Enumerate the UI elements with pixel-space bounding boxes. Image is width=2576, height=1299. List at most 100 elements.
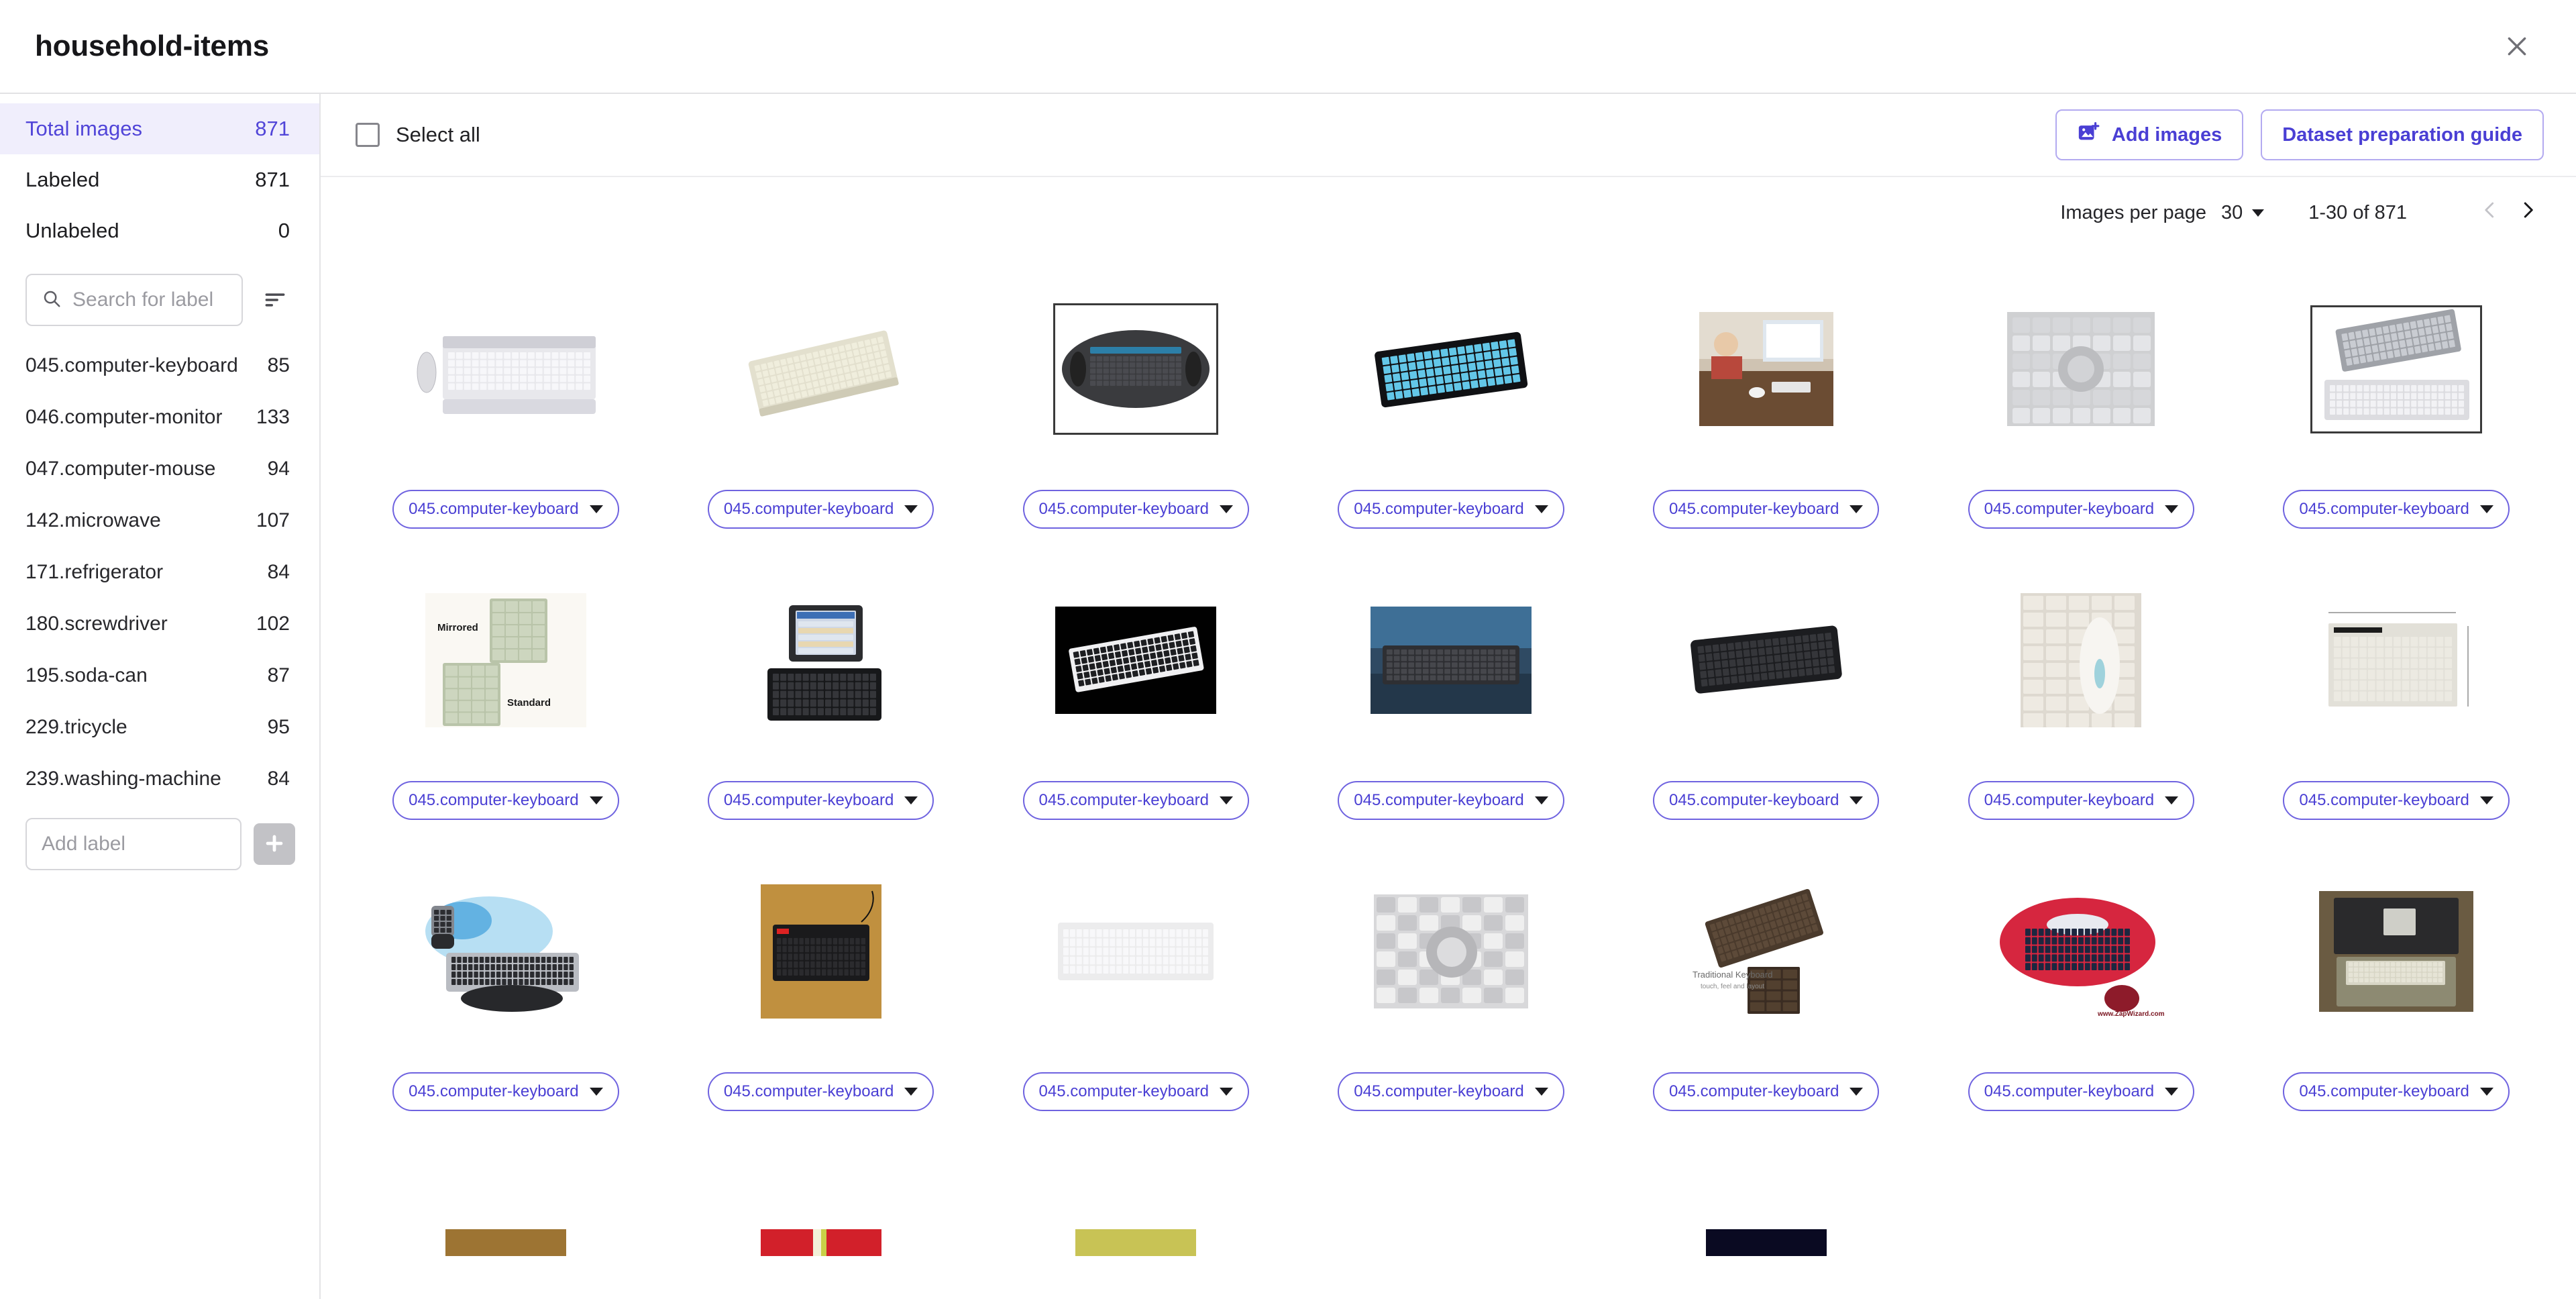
select-all-checkbox[interactable] <box>356 123 380 147</box>
thumbnail-image[interactable] <box>1699 312 1833 426</box>
image-card[interactable] <box>1616 1142 1917 1299</box>
thumbnail-container[interactable]: Traditional Keyboard touch, feel and layo… <box>1616 862 1917 1041</box>
image-label-dropdown[interactable]: 045.computer-keyboard <box>2283 490 2510 529</box>
thumbnail-container[interactable] <box>1301 1153 1601 1299</box>
image-label-dropdown[interactable]: 045.computer-keyboard <box>707 781 934 820</box>
thumbnail-container[interactable] <box>1931 570 2232 750</box>
thumbnail-container[interactable] <box>356 279 656 459</box>
thumbnail-container[interactable]: Mirrored Standard <box>356 570 656 750</box>
select-all-control[interactable]: Select all <box>356 123 480 147</box>
thumbnail-container[interactable] <box>671 279 971 459</box>
image-card[interactable]: 045.computer-keyboard <box>985 560 1286 851</box>
sort-descending-icon[interactable] <box>255 280 295 320</box>
thumbnail-container[interactable] <box>1931 279 2232 459</box>
thumbnail-container[interactable] <box>671 570 971 750</box>
image-card[interactable]: 045.computer-keyboard <box>671 268 971 560</box>
image-card[interactable]: 045.computer-keyboard <box>671 851 971 1142</box>
image-card[interactable]: www.ZapWizard.com 045.computer-keyboard <box>1931 851 2232 1142</box>
thumbnail-container[interactable] <box>2246 1153 2546 1299</box>
image-card[interactable]: 045.computer-keyboard <box>1616 268 1917 560</box>
dataset-preparation-guide-button[interactable]: Dataset preparation guide <box>2261 109 2544 160</box>
thumbnail-image[interactable] <box>1370 607 1532 714</box>
thumbnail-image[interactable] <box>1055 607 1217 714</box>
image-label-dropdown[interactable]: 045.computer-keyboard <box>1022 781 1250 820</box>
image-label-dropdown[interactable]: 045.computer-keyboard <box>392 1072 619 1111</box>
thumbnail-image[interactable] <box>2336 1229 2457 1256</box>
image-card[interactable]: 045.computer-keyboard <box>1616 560 1917 851</box>
image-label-dropdown[interactable]: 045.computer-keyboard <box>2283 781 2510 820</box>
label-row[interactable]: 229.tricycle 95 <box>0 701 319 753</box>
image-card[interactable]: 045.computer-keyboard <box>1931 560 2232 851</box>
thumbnail-container[interactable] <box>671 862 971 1041</box>
image-label-dropdown[interactable]: 045.computer-keyboard <box>1022 1072 1250 1111</box>
thumbnail-container[interactable] <box>1301 279 1601 459</box>
image-card[interactable]: 045.computer-keyboard <box>1301 560 1601 851</box>
thumbnail-image[interactable] <box>411 319 600 419</box>
sidebar-stat-labeled[interactable]: Labeled 871 <box>0 154 319 205</box>
image-label-dropdown[interactable]: 045.computer-keyboard <box>2283 1072 2510 1111</box>
thumbnail-image[interactable] <box>1356 319 1545 419</box>
thumbnail-image[interactable] <box>1678 610 1854 711</box>
image-card[interactable]: 045.computer-keyboard <box>2246 268 2546 560</box>
thumbnail-image[interactable] <box>445 1229 566 1256</box>
thumbnail-container[interactable] <box>1931 1153 2232 1299</box>
image-card[interactable]: 045.computer-keyboard <box>1301 851 1601 1142</box>
image-card[interactable]: Mirrored Standard 045.computer-keyboard <box>356 560 656 851</box>
thumbnail-image[interactable] <box>1053 303 1219 435</box>
images-per-page-select[interactable]: 30 <box>2221 202 2265 224</box>
thumbnail-image[interactable] <box>421 891 590 1012</box>
add-images-button[interactable]: Add images <box>2055 109 2244 160</box>
label-row[interactable]: 142.microwave 107 <box>0 495 319 546</box>
thumbnail-container[interactable] <box>985 570 1286 750</box>
thumbnail-image[interactable] <box>760 1229 881 1256</box>
image-label-dropdown[interactable]: 045.computer-keyboard <box>707 490 934 529</box>
thumbnail-container[interactable] <box>985 1153 1286 1299</box>
thumbnail-image[interactable] <box>1390 1229 1511 1256</box>
thumbnail-image[interactable]: Mirrored Standard <box>425 593 586 727</box>
image-label-dropdown[interactable]: 045.computer-keyboard <box>392 490 619 529</box>
thumbnail-image[interactable]: Traditional Keyboard touch, feel and layo… <box>1685 888 1847 1015</box>
thumbnail-image[interactable]: www.ZapWizard.com <box>1997 884 2165 1019</box>
thumbnail-container[interactable] <box>2246 862 2546 1041</box>
image-label-dropdown[interactable]: 045.computer-keyboard <box>707 1072 934 1111</box>
thumbnail-image[interactable] <box>760 884 881 1019</box>
image-card[interactable]: 045.computer-keyboard <box>1931 268 2232 560</box>
label-row[interactable]: 171.refrigerator 84 <box>0 546 319 598</box>
sidebar-stat-unlabeled[interactable]: Unlabeled 0 <box>0 205 319 256</box>
image-card[interactable] <box>1931 1142 2232 1299</box>
close-button[interactable] <box>2493 22 2541 70</box>
image-label-dropdown[interactable]: 045.computer-keyboard <box>1968 490 2195 529</box>
image-label-dropdown[interactable]: 045.computer-keyboard <box>392 781 619 820</box>
image-label-dropdown[interactable]: 045.computer-keyboard <box>1968 1072 2195 1111</box>
previous-page-button[interactable] <box>2471 194 2509 231</box>
image-card[interactable] <box>671 1142 971 1299</box>
label-row[interactable]: 195.soda-can 87 <box>0 650 319 701</box>
image-label-dropdown[interactable]: 045.computer-keyboard <box>1652 1072 1880 1111</box>
thumbnail-image[interactable] <box>1049 908 1224 995</box>
thumbnail-image[interactable] <box>2021 593 2142 727</box>
thumbnail-image[interactable] <box>1373 894 1528 1008</box>
search-input[interactable] <box>72 289 227 311</box>
thumbnail-image[interactable] <box>2310 305 2483 433</box>
add-label-box[interactable] <box>25 818 241 870</box>
image-label-dropdown[interactable]: 045.computer-keyboard <box>1338 1072 1564 1111</box>
image-card[interactable]: 045.computer-keyboard <box>985 268 1286 560</box>
image-label-dropdown[interactable]: 045.computer-keyboard <box>1652 490 1880 529</box>
image-card[interactable]: 045.computer-keyboard <box>2246 851 2546 1142</box>
label-row[interactable]: 239.washing-machine 84 <box>0 753 319 804</box>
image-label-dropdown[interactable]: 045.computer-keyboard <box>1968 781 2195 820</box>
image-card[interactable] <box>2246 1142 2546 1299</box>
thumbnail-container[interactable] <box>2246 279 2546 459</box>
image-grid-scroll[interactable]: 045.computer-keyboard 045.computer-keyboa… <box>321 248 2576 1299</box>
thumbnail-container[interactable] <box>985 862 1286 1041</box>
thumbnail-container[interactable] <box>1616 570 1917 750</box>
image-card[interactable]: 045.computer-keyboard <box>671 560 971 851</box>
image-card[interactable]: 045.computer-keyboard <box>356 268 656 560</box>
label-row[interactable]: 046.computer-monitor 133 <box>0 391 319 443</box>
image-card[interactable]: Traditional Keyboard touch, feel and layo… <box>1616 851 1917 1142</box>
thumbnail-container[interactable] <box>1301 570 1601 750</box>
label-row[interactable]: 047.computer-mouse 94 <box>0 443 319 495</box>
thumbnail-image[interactable] <box>1705 1229 1827 1256</box>
image-label-dropdown[interactable]: 045.computer-keyboard <box>1338 490 1564 529</box>
thumbnail-container[interactable]: www.ZapWizard.com <box>1931 862 2232 1041</box>
